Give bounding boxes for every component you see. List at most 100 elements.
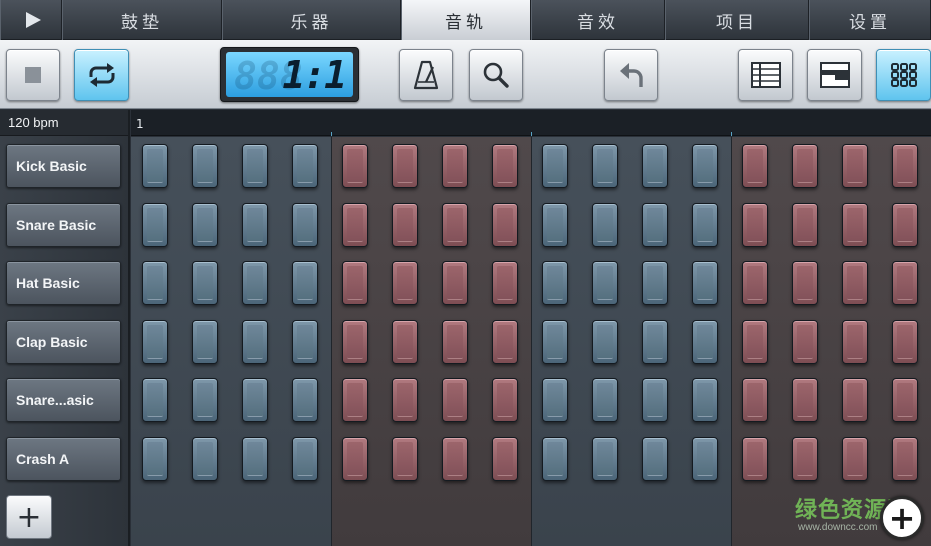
step-pad[interactable] [742,144,768,188]
tab-settings[interactable]: 设置 [809,0,931,40]
metronome-button[interactable] [399,49,453,101]
step-pad[interactable] [792,261,818,306]
step-pad[interactable] [592,202,618,247]
step-pad[interactable] [242,261,268,306]
zoom-button[interactable] [469,49,523,101]
step-pad[interactable] [892,261,918,306]
step-pad[interactable] [242,378,268,423]
step-pad[interactable] [642,319,668,364]
step-pad[interactable] [342,319,368,364]
step-pad[interactable] [792,378,818,423]
step-pad[interactable] [142,319,168,364]
step-pad[interactable] [442,437,468,481]
step-pad[interactable] [142,202,168,247]
step-pad[interactable] [292,437,318,481]
step-pad[interactable] [842,378,868,423]
step-pad[interactable] [342,202,368,247]
step-pad[interactable] [242,437,268,481]
step-pad[interactable] [842,144,868,188]
step-pad[interactable] [192,202,218,247]
step-pad[interactable] [242,144,268,188]
instrument-button[interactable]: Crash A [6,437,121,481]
undo-button[interactable] [604,49,658,101]
step-pad[interactable] [842,319,868,364]
step-pad[interactable] [292,202,318,247]
step-pad[interactable] [492,261,518,306]
step-pad[interactable] [842,202,868,247]
step-pad[interactable] [742,319,768,364]
step-pad[interactable] [792,437,818,481]
step-pad[interactable] [892,202,918,247]
step-pad[interactable] [792,144,818,188]
step-pad[interactable] [342,437,368,481]
tab-effects[interactable]: 音效 [531,0,665,40]
step-pad[interactable] [192,319,218,364]
tab-project[interactable]: 项目 [665,0,809,40]
step-pad[interactable] [242,202,268,247]
stop-button[interactable] [6,49,60,101]
step-pad[interactable] [342,378,368,423]
instrument-button[interactable]: Clap Basic [6,320,121,364]
instrument-button[interactable]: Snare Basic [6,203,121,247]
step-pad[interactable] [742,437,768,481]
step-pad[interactable] [492,437,518,481]
step-pad[interactable] [892,319,918,364]
step-pad[interactable] [742,378,768,423]
step-pad[interactable] [842,261,868,306]
step-pad[interactable] [292,319,318,364]
list-view-button[interactable] [738,49,793,101]
step-pad[interactable] [242,319,268,364]
step-pad[interactable] [592,378,618,423]
step-pad[interactable] [592,261,618,306]
step-pad[interactable] [492,202,518,247]
instrument-button[interactable]: Hat Basic [6,261,121,305]
step-pad[interactable] [592,437,618,481]
step-pad[interactable] [442,261,468,306]
step-pad[interactable] [492,378,518,423]
step-pad[interactable] [142,378,168,423]
step-pad[interactable] [542,144,568,188]
step-pad[interactable] [592,144,618,188]
step-pad[interactable] [442,144,468,188]
mixer-view-button[interactable] [807,49,862,101]
step-pad[interactable] [692,261,718,306]
step-pad[interactable] [792,202,818,247]
tab-instruments[interactable]: 乐器 [222,0,401,40]
step-pad[interactable] [642,261,668,306]
step-pad[interactable] [392,437,418,481]
step-pad[interactable] [392,202,418,247]
step-pad[interactable] [892,378,918,423]
step-pad[interactable] [542,319,568,364]
step-pad[interactable] [542,261,568,306]
step-pad[interactable] [692,437,718,481]
step-pad[interactable] [642,437,668,481]
step-pad[interactable] [442,319,468,364]
step-pad[interactable] [292,261,318,306]
step-pad[interactable] [192,378,218,423]
step-pad[interactable] [642,202,668,247]
tab-tracks[interactable]: 音轨 [401,0,531,40]
step-pad[interactable] [742,261,768,306]
step-pad[interactable] [692,378,718,423]
step-pad[interactable] [342,261,368,306]
step-pad[interactable] [542,202,568,247]
step-pad[interactable] [192,144,218,188]
step-pad[interactable] [142,437,168,481]
step-pad[interactable] [692,202,718,247]
step-pad[interactable] [192,437,218,481]
step-pad[interactable] [142,261,168,306]
step-pad[interactable] [542,437,568,481]
step-pad[interactable] [392,378,418,423]
step-pad[interactable] [542,378,568,423]
step-pad[interactable] [442,378,468,423]
step-pad[interactable] [692,319,718,364]
instrument-button[interactable]: Snare...asic [6,378,121,422]
step-pad[interactable] [892,144,918,188]
instrument-button[interactable]: Kick Basic [6,144,121,188]
step-pad[interactable] [142,144,168,188]
step-pad[interactable] [642,378,668,423]
tempo-display[interactable]: 120 bpm [0,110,128,136]
play-button[interactable] [0,0,62,40]
step-pad[interactable] [392,319,418,364]
step-pad[interactable] [492,144,518,188]
